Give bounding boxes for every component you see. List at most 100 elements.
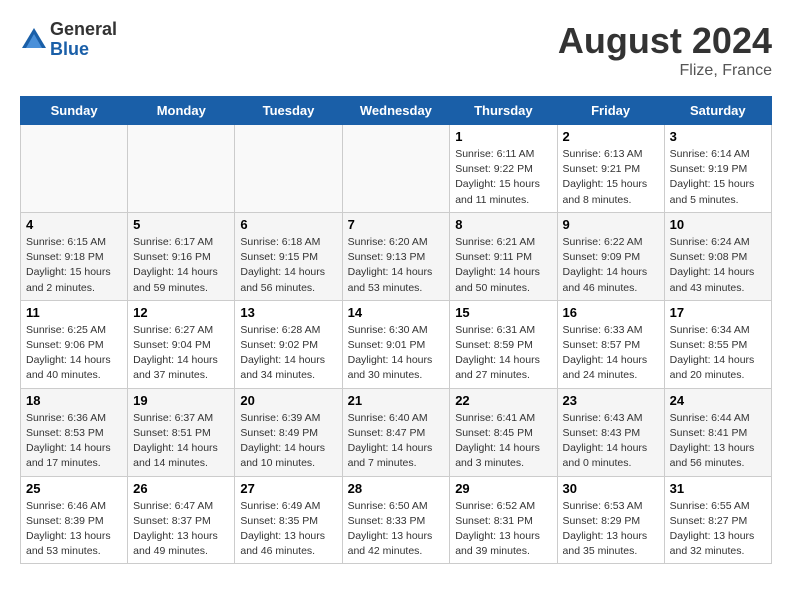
day-info: Sunrise: 6:41 AMSunset: 8:45 PMDaylight:… <box>455 411 551 472</box>
day-number: 5 <box>133 217 229 232</box>
table-row: 24 Sunrise: 6:44 AMSunset: 8:41 PMDaylig… <box>664 388 771 476</box>
logo-text: General Blue <box>50 20 117 60</box>
day-number: 25 <box>26 481 122 496</box>
table-row: 19 Sunrise: 6:37 AMSunset: 8:51 PMDaylig… <box>128 388 235 476</box>
calendar-week-row: 25 Sunrise: 6:46 AMSunset: 8:39 PMDaylig… <box>21 476 772 564</box>
day-number: 2 <box>563 129 659 144</box>
location: Flize, France <box>558 62 772 80</box>
table-row: 2 Sunrise: 6:13 AMSunset: 9:21 PMDayligh… <box>557 125 664 213</box>
table-row: 10 Sunrise: 6:24 AMSunset: 9:08 PMDaylig… <box>664 212 771 300</box>
day-info: Sunrise: 6:39 AMSunset: 8:49 PMDaylight:… <box>240 411 336 472</box>
day-info: Sunrise: 6:55 AMSunset: 8:27 PMDaylight:… <box>670 499 766 560</box>
day-number: 22 <box>455 393 551 408</box>
table-row <box>21 125 128 213</box>
table-row: 9 Sunrise: 6:22 AMSunset: 9:09 PMDayligh… <box>557 212 664 300</box>
table-row: 31 Sunrise: 6:55 AMSunset: 8:27 PMDaylig… <box>664 476 771 564</box>
calendar-week-row: 1 Sunrise: 6:11 AMSunset: 9:22 PMDayligh… <box>21 125 772 213</box>
logo: General Blue <box>20 20 117 60</box>
table-row <box>128 125 235 213</box>
day-info: Sunrise: 6:53 AMSunset: 8:29 PMDaylight:… <box>563 499 659 560</box>
day-info: Sunrise: 6:27 AMSunset: 9:04 PMDaylight:… <box>133 323 229 384</box>
table-row: 18 Sunrise: 6:36 AMSunset: 8:53 PMDaylig… <box>21 388 128 476</box>
day-info: Sunrise: 6:13 AMSunset: 9:21 PMDaylight:… <box>563 147 659 208</box>
day-number: 9 <box>563 217 659 232</box>
table-row: 27 Sunrise: 6:49 AMSunset: 8:35 PMDaylig… <box>235 476 342 564</box>
day-info: Sunrise: 6:28 AMSunset: 9:02 PMDaylight:… <box>240 323 336 384</box>
day-number: 13 <box>240 305 336 320</box>
table-row: 16 Sunrise: 6:33 AMSunset: 8:57 PMDaylig… <box>557 300 664 388</box>
table-row: 12 Sunrise: 6:27 AMSunset: 9:04 PMDaylig… <box>128 300 235 388</box>
table-row: 29 Sunrise: 6:52 AMSunset: 8:31 PMDaylig… <box>450 476 557 564</box>
day-number: 7 <box>348 217 445 232</box>
logo-blue: Blue <box>50 40 117 60</box>
table-row: 13 Sunrise: 6:28 AMSunset: 9:02 PMDaylig… <box>235 300 342 388</box>
day-info: Sunrise: 6:25 AMSunset: 9:06 PMDaylight:… <box>26 323 122 384</box>
day-info: Sunrise: 6:47 AMSunset: 8:37 PMDaylight:… <box>133 499 229 560</box>
day-info: Sunrise: 6:37 AMSunset: 8:51 PMDaylight:… <box>133 411 229 472</box>
day-info: Sunrise: 6:11 AMSunset: 9:22 PMDaylight:… <box>455 147 551 208</box>
day-number: 16 <box>563 305 659 320</box>
day-number: 8 <box>455 217 551 232</box>
header-monday: Monday <box>128 97 235 125</box>
day-number: 3 <box>670 129 766 144</box>
calendar-table: Sunday Monday Tuesday Wednesday Thursday… <box>20 96 772 564</box>
table-row: 20 Sunrise: 6:39 AMSunset: 8:49 PMDaylig… <box>235 388 342 476</box>
day-info: Sunrise: 6:18 AMSunset: 9:15 PMDaylight:… <box>240 235 336 296</box>
day-info: Sunrise: 6:22 AMSunset: 9:09 PMDaylight:… <box>563 235 659 296</box>
table-row: 7 Sunrise: 6:20 AMSunset: 9:13 PMDayligh… <box>342 212 450 300</box>
day-number: 21 <box>348 393 445 408</box>
table-row: 21 Sunrise: 6:40 AMSunset: 8:47 PMDaylig… <box>342 388 450 476</box>
calendar-week-row: 4 Sunrise: 6:15 AMSunset: 9:18 PMDayligh… <box>21 212 772 300</box>
table-row: 17 Sunrise: 6:34 AMSunset: 8:55 PMDaylig… <box>664 300 771 388</box>
calendar-week-row: 11 Sunrise: 6:25 AMSunset: 9:06 PMDaylig… <box>21 300 772 388</box>
table-row: 15 Sunrise: 6:31 AMSunset: 8:59 PMDaylig… <box>450 300 557 388</box>
day-number: 12 <box>133 305 229 320</box>
table-row: 14 Sunrise: 6:30 AMSunset: 9:01 PMDaylig… <box>342 300 450 388</box>
day-number: 29 <box>455 481 551 496</box>
day-number: 15 <box>455 305 551 320</box>
day-info: Sunrise: 6:40 AMSunset: 8:47 PMDaylight:… <box>348 411 445 472</box>
day-info: Sunrise: 6:50 AMSunset: 8:33 PMDaylight:… <box>348 499 445 560</box>
day-number: 27 <box>240 481 336 496</box>
day-number: 20 <box>240 393 336 408</box>
day-info: Sunrise: 6:43 AMSunset: 8:43 PMDaylight:… <box>563 411 659 472</box>
table-row: 28 Sunrise: 6:50 AMSunset: 8:33 PMDaylig… <box>342 476 450 564</box>
day-info: Sunrise: 6:52 AMSunset: 8:31 PMDaylight:… <box>455 499 551 560</box>
header-wednesday: Wednesday <box>342 97 450 125</box>
day-number: 30 <box>563 481 659 496</box>
day-info: Sunrise: 6:24 AMSunset: 9:08 PMDaylight:… <box>670 235 766 296</box>
table-row: 22 Sunrise: 6:41 AMSunset: 8:45 PMDaylig… <box>450 388 557 476</box>
table-row <box>235 125 342 213</box>
day-info: Sunrise: 6:36 AMSunset: 8:53 PMDaylight:… <box>26 411 122 472</box>
month-year: August 2024 <box>558 20 772 62</box>
day-number: 1 <box>455 129 551 144</box>
day-number: 10 <box>670 217 766 232</box>
day-info: Sunrise: 6:44 AMSunset: 8:41 PMDaylight:… <box>670 411 766 472</box>
day-info: Sunrise: 6:31 AMSunset: 8:59 PMDaylight:… <box>455 323 551 384</box>
table-row <box>342 125 450 213</box>
day-info: Sunrise: 6:33 AMSunset: 8:57 PMDaylight:… <box>563 323 659 384</box>
day-info: Sunrise: 6:49 AMSunset: 8:35 PMDaylight:… <box>240 499 336 560</box>
table-row: 3 Sunrise: 6:14 AMSunset: 9:19 PMDayligh… <box>664 125 771 213</box>
table-row: 30 Sunrise: 6:53 AMSunset: 8:29 PMDaylig… <box>557 476 664 564</box>
day-info: Sunrise: 6:14 AMSunset: 9:19 PMDaylight:… <box>670 147 766 208</box>
page-header: General Blue August 2024 Flize, France <box>20 20 772 80</box>
table-row: 6 Sunrise: 6:18 AMSunset: 9:15 PMDayligh… <box>235 212 342 300</box>
header-sunday: Sunday <box>21 97 128 125</box>
day-number: 28 <box>348 481 445 496</box>
day-info: Sunrise: 6:21 AMSunset: 9:11 PMDaylight:… <box>455 235 551 296</box>
logo-general: General <box>50 20 117 40</box>
calendar-week-row: 18 Sunrise: 6:36 AMSunset: 8:53 PMDaylig… <box>21 388 772 476</box>
day-number: 4 <box>26 217 122 232</box>
day-number: 23 <box>563 393 659 408</box>
header-saturday: Saturday <box>664 97 771 125</box>
title-block: August 2024 Flize, France <box>558 20 772 80</box>
day-number: 24 <box>670 393 766 408</box>
day-number: 17 <box>670 305 766 320</box>
day-info: Sunrise: 6:30 AMSunset: 9:01 PMDaylight:… <box>348 323 445 384</box>
day-number: 19 <box>133 393 229 408</box>
day-info: Sunrise: 6:46 AMSunset: 8:39 PMDaylight:… <box>26 499 122 560</box>
header-tuesday: Tuesday <box>235 97 342 125</box>
header-thursday: Thursday <box>450 97 557 125</box>
table-row: 25 Sunrise: 6:46 AMSunset: 8:39 PMDaylig… <box>21 476 128 564</box>
